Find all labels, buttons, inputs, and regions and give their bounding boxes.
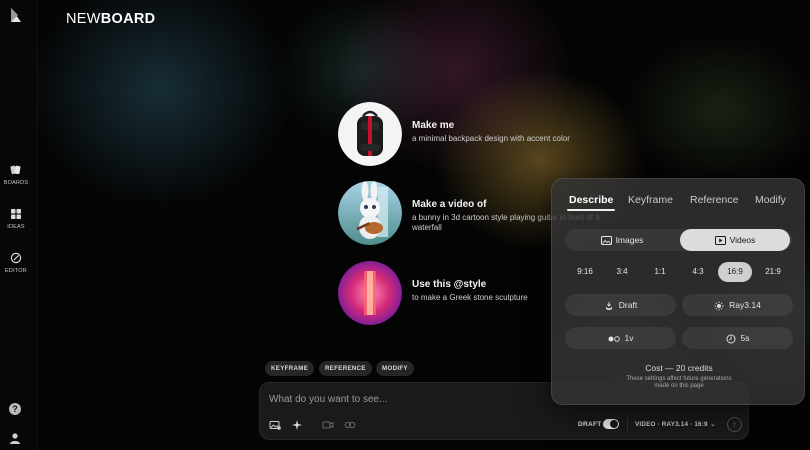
suggestion-backpack[interactable]: Make me a minimal backpack design with a… bbox=[338, 102, 618, 166]
cost-label: Cost — 20 credits bbox=[645, 363, 713, 373]
ratio-4-3[interactable]: 4:3 bbox=[681, 262, 715, 282]
variations-label: 1v bbox=[624, 333, 634, 343]
bunny-thumbnail bbox=[338, 181, 402, 245]
quality-label: Draft bbox=[618, 300, 638, 310]
model-selector[interactable]: VIDEO · RAY3.14 · 16:9 bbox=[635, 421, 708, 428]
arrow-up-icon[interactable]: ↑ bbox=[727, 417, 742, 432]
tab-reference[interactable]: Reference bbox=[690, 194, 738, 206]
style-thumbnail bbox=[338, 261, 402, 325]
variations-icon bbox=[608, 336, 620, 342]
sidebar-item-label: BOARDS bbox=[3, 180, 29, 186]
ideas-icon bbox=[11, 209, 21, 219]
ratio-9-16[interactable]: 9:16 bbox=[568, 262, 602, 282]
chip-modify[interactable]: MODIFY bbox=[376, 361, 414, 376]
videos-label: Videos bbox=[729, 235, 756, 245]
ratio-16-9[interactable]: 16:9 bbox=[718, 262, 752, 282]
loop-icon[interactable] bbox=[344, 419, 356, 431]
model-name-label: Ray3.14 bbox=[729, 300, 761, 310]
clock-icon bbox=[726, 334, 735, 344]
duration-label: 5s bbox=[740, 333, 750, 343]
generation-settings-panel: Describe Keyframe Reference Modify Image… bbox=[551, 178, 805, 405]
ratio-3-4[interactable]: 3:4 bbox=[605, 262, 639, 282]
sidebar: BOARDS IDEAS EDITOR ? bbox=[0, 0, 38, 450]
images-label: Images bbox=[615, 235, 644, 245]
images-button[interactable]: Images bbox=[567, 229, 677, 251]
help-icon[interactable]: ? bbox=[9, 403, 21, 415]
tab-modify[interactable]: Modify bbox=[755, 194, 786, 206]
draft-label: DRAFT bbox=[578, 421, 602, 428]
settings-note: These settings affect future generations… bbox=[626, 376, 732, 389]
editor-icon bbox=[10, 252, 22, 264]
chip-reference[interactable]: REFERENCE bbox=[319, 361, 372, 376]
ratio-21-9[interactable]: 21:9 bbox=[756, 262, 790, 282]
sidebar-item-label: EDITOR bbox=[5, 268, 27, 274]
sidebar-item-label: IDEAS bbox=[7, 224, 25, 230]
user-avatar-icon[interactable] bbox=[9, 432, 21, 444]
backpack-thumbnail bbox=[338, 102, 402, 166]
tab-keyframe[interactable]: Keyframe bbox=[628, 194, 673, 206]
title-bold: BOARD bbox=[100, 11, 156, 27]
draft-quality-icon bbox=[605, 301, 612, 310]
video-play-icon bbox=[714, 236, 726, 246]
board-canvas: BOARDS IDEAS EDITOR ? NEWBOARD Make me a… bbox=[0, 0, 810, 450]
video-camera-icon[interactable] bbox=[322, 419, 334, 431]
suggestion-title: Use this @style bbox=[412, 279, 487, 290]
sun-icon bbox=[714, 301, 724, 311]
boards-icon bbox=[10, 165, 21, 175]
suggestion-title: Make a video of bbox=[412, 199, 487, 210]
tab-describe[interactable]: Describe bbox=[566, 194, 616, 211]
divider bbox=[627, 417, 628, 431]
duration-button[interactable]: 5s bbox=[682, 327, 793, 349]
suggestion-desc: a minimal backpack design with accent co… bbox=[412, 134, 570, 143]
page-title[interactable]: NEWBOARD bbox=[66, 11, 155, 27]
variations-button[interactable]: 1v bbox=[565, 327, 676, 349]
model-ray-button[interactable]: Ray3.14 bbox=[682, 294, 793, 316]
videos-button[interactable]: Videos bbox=[680, 229, 790, 251]
ratio-1-1[interactable]: 1:1 bbox=[643, 262, 677, 282]
image-icon bbox=[600, 236, 612, 246]
sidebar-item-boards[interactable]: BOARDS bbox=[0, 164, 32, 186]
quality-draft-button[interactable]: Draft bbox=[565, 294, 676, 316]
chip-keyframe[interactable]: KEYFRAME bbox=[265, 361, 315, 376]
panel-tabs: Describe Keyframe Reference Modify bbox=[552, 179, 806, 213]
chevron-down-icon[interactable]: ⌄ bbox=[710, 420, 716, 428]
sparkle-icon[interactable] bbox=[291, 419, 303, 431]
draft-toggle[interactable] bbox=[603, 419, 619, 429]
media-type-toggle: Images Videos bbox=[565, 229, 792, 251]
app-logo-icon[interactable] bbox=[8, 7, 24, 23]
sidebar-item-ideas[interactable]: IDEAS bbox=[0, 208, 32, 230]
title-light: NEW bbox=[66, 11, 101, 27]
image-upload-icon[interactable] bbox=[269, 419, 281, 431]
suggestion-title: Make me bbox=[412, 120, 455, 131]
sidebar-item-editor[interactable]: EDITOR bbox=[0, 252, 32, 274]
